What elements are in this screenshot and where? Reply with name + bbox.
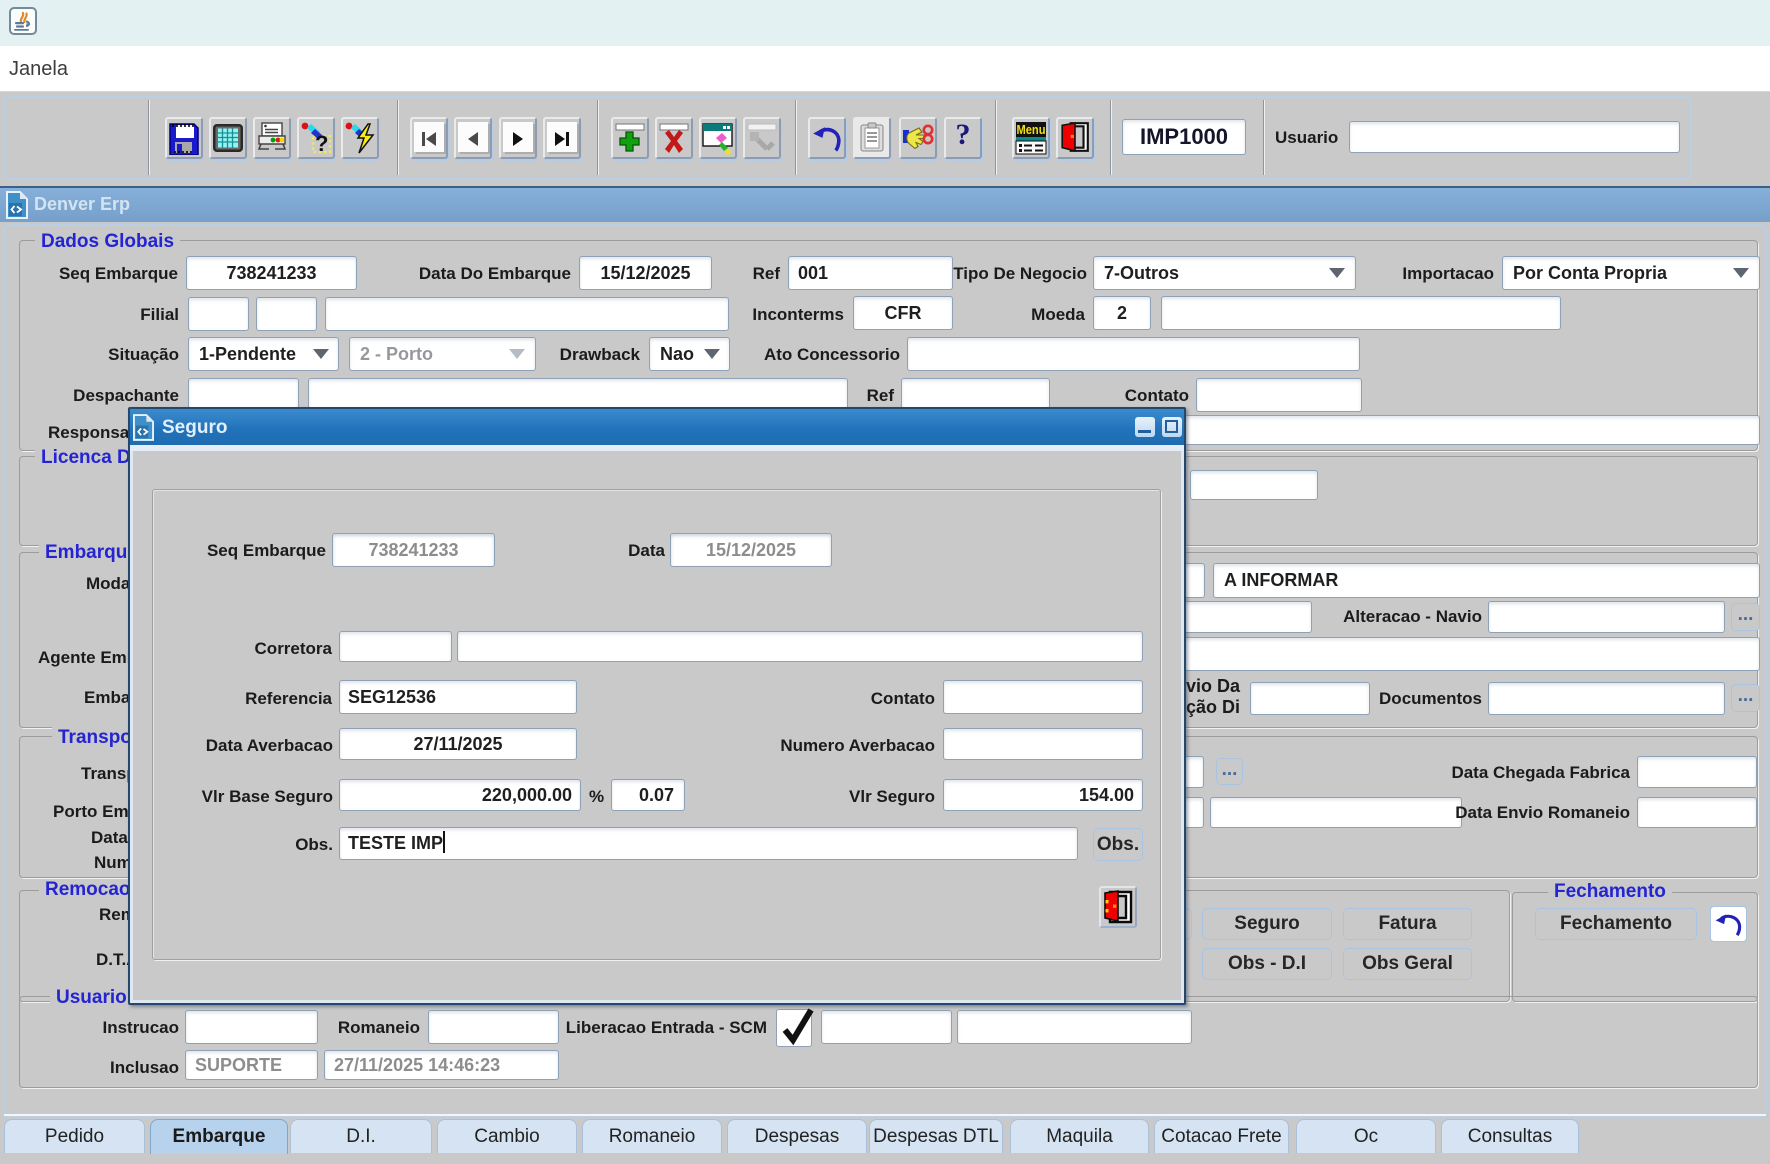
- svg-text:Menu: Menu: [1017, 122, 1046, 137]
- svg-text:?: ?: [315, 131, 328, 155]
